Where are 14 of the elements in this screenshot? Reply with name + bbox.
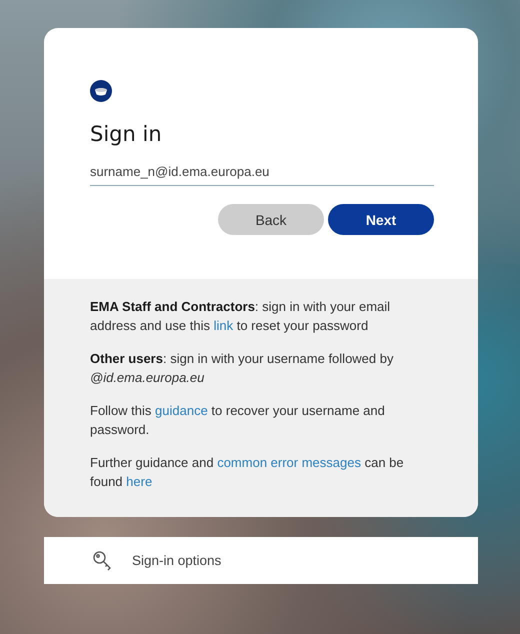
info-text: Follow this guidance to recover your username and password. bbox=[90, 402, 386, 439]
email-field[interactable]: surname_n@id.ema.europa.eu bbox=[90, 160, 434, 186]
sign-in-options-button[interactable]: Sign-in options bbox=[44, 537, 478, 584]
link[interactable]: here bbox=[126, 474, 152, 489]
link[interactable]: guidance bbox=[155, 403, 208, 418]
link[interactable]: common error messages bbox=[217, 455, 361, 470]
next-button[interactable]: Next bbox=[328, 204, 434, 235]
back-button[interactable]: Back bbox=[218, 204, 324, 235]
info-text: EMA Staff and Contractors: sign in with your email address and use this link to reset your password bbox=[90, 298, 392, 335]
info-text: Further guidance and common error messages can be found here bbox=[90, 454, 405, 491]
info-text: Other users: sign in with your username followed by @id.ema.europa.eu bbox=[90, 350, 394, 387]
sign-in-title: Sign in bbox=[90, 122, 163, 146]
link[interactable]: link bbox=[214, 318, 234, 333]
logo-icon bbox=[90, 80, 112, 102]
